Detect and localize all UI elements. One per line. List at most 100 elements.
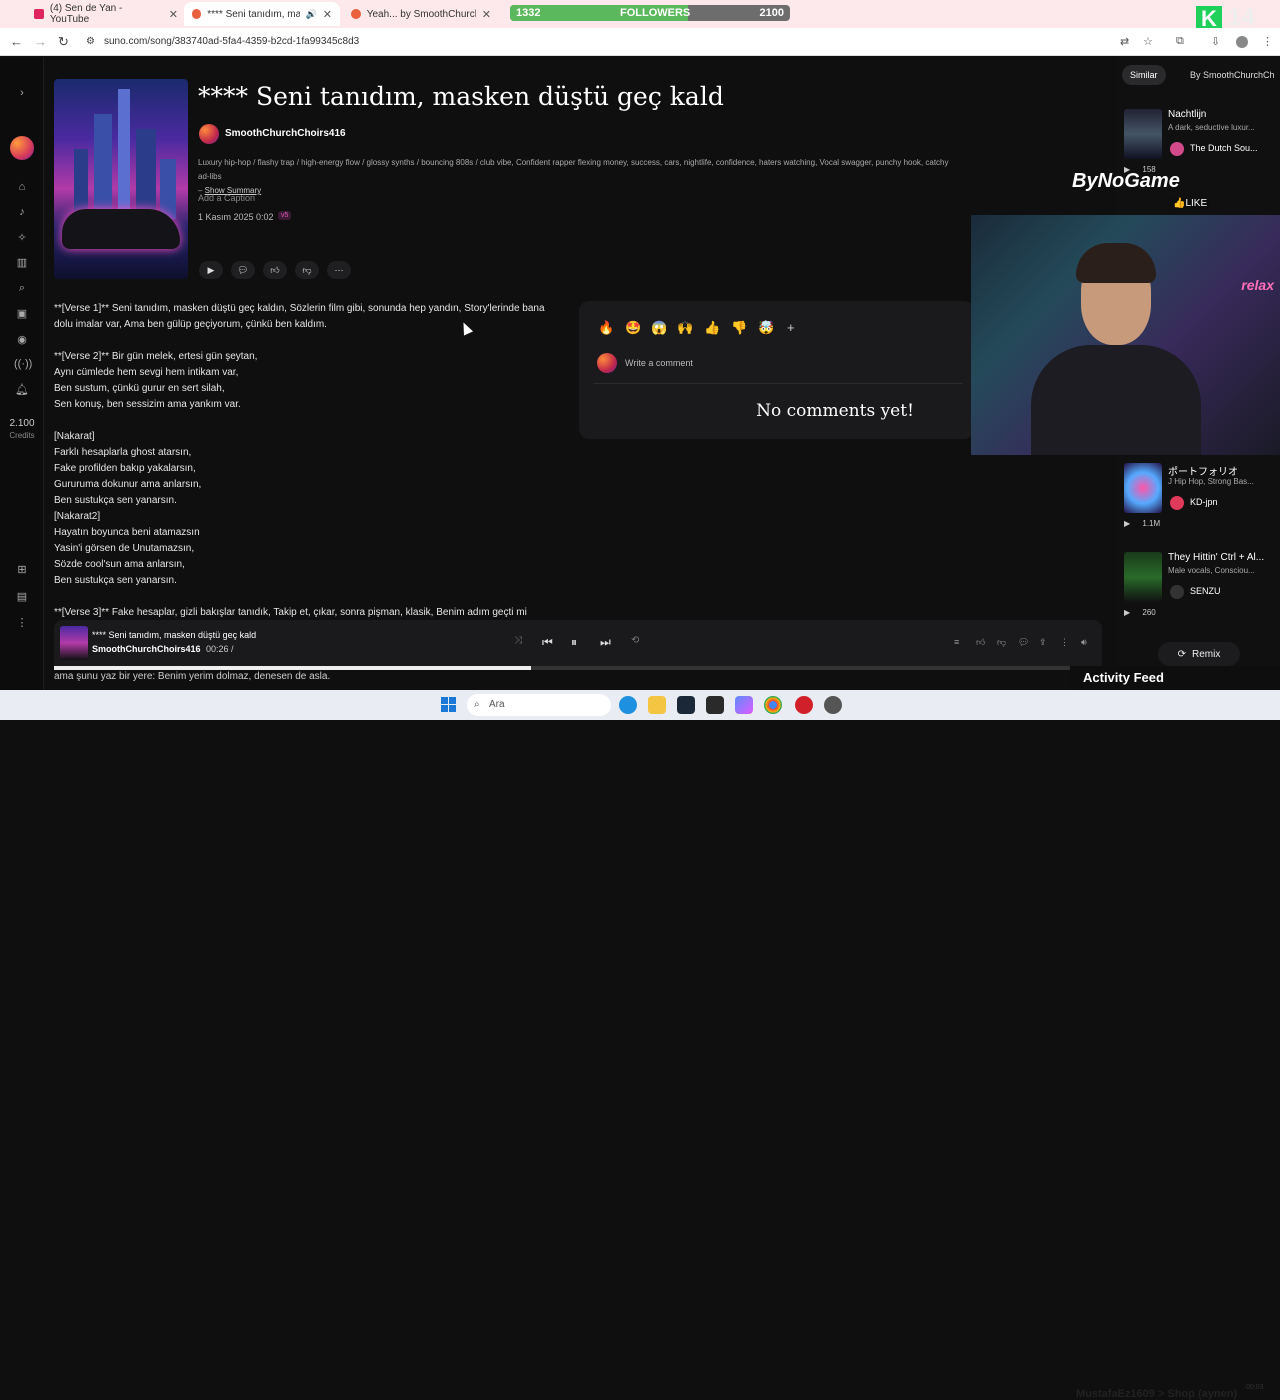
back-icon[interactable]: ← — [10, 34, 23, 49]
play-button[interactable]: ▶ — [199, 261, 223, 279]
player-like-icon[interactable]: 👍︎ — [976, 637, 985, 648]
more-icon[interactable]: ⋮ — [14, 616, 30, 629]
notifications-bell-icon[interactable]: 🔔︎ — [14, 383, 30, 396]
shocked-reaction-icon[interactable]: 😱 — [651, 320, 667, 336]
more-options-button[interactable]: ⋯ — [327, 261, 351, 279]
tab-similar[interactable]: Similar — [1122, 65, 1166, 85]
chrome-icon[interactable] — [764, 696, 782, 714]
song-thumbnail — [1124, 552, 1162, 602]
cover-building — [118, 89, 130, 219]
like-button[interactable]: 👍︎ — [263, 261, 287, 279]
downloads-icon[interactable]: ⇩ — [1211, 35, 1220, 48]
obs-icon[interactable] — [824, 696, 842, 714]
home-icon[interactable]: ⌂ — [14, 181, 30, 193]
like-overlay: 👍LIKE — [1170, 198, 1211, 209]
bookmark-star-icon[interactable]: ☆ — [1143, 35, 1153, 48]
search-icon[interactable]: ⌕ — [14, 282, 30, 295]
song-lyrics: **[Verse 1]** Seni tanıdım, masken düştü… — [54, 303, 545, 618]
commenter-avatar — [597, 353, 617, 373]
taskbar-clock: 00:03 — [1246, 1384, 1264, 1391]
left-sidebar: › ⌂ ♪ ✧ ▥ ⌕ ▣ ◉ ((·)) 🔔︎ 2.100 Credits ⊞… — [0, 57, 44, 690]
mind-blown-reaction-icon[interactable]: 🤯 — [758, 320, 774, 336]
artist-avatar[interactable] — [199, 124, 219, 144]
menu-kebab-icon[interactable]: ⋮ — [1262, 35, 1273, 48]
tab-label: Yeah... by SmoothChurchChoirs — [366, 8, 476, 20]
edge-icon[interactable] — [619, 696, 637, 714]
share-icon[interactable]: ⇪ — [1039, 637, 1047, 648]
taskbar-search[interactable]: Ara — [467, 694, 611, 716]
comment-icon: 💬︎ — [237, 264, 249, 275]
previous-icon[interactable]: ⏮ — [542, 635, 553, 650]
fire-reaction-icon[interactable]: 🔥 — [598, 320, 614, 336]
tab-youtube[interactable]: (4) Sen de Yan - YouTube ✕ — [26, 2, 186, 26]
library-icon[interactable]: ▥ — [14, 256, 30, 269]
song-card-artist: The Dutch Sou... — [1190, 143, 1258, 153]
speaker-icon[interactable]: 🔊 — [306, 9, 317, 20]
create-music-icon[interactable]: ♪ — [14, 206, 30, 218]
url-field[interactable]: suno.com/song/383740ad-5fa4-4359-b2cd-1f… — [104, 36, 359, 47]
artist-name-link[interactable]: SmoothChurchChoirs416 — [225, 128, 346, 139]
windows-start-icon[interactable] — [441, 697, 456, 712]
reload-icon[interactable]: ↻ — [58, 34, 69, 50]
streamer-webcam: relax — [971, 215, 1280, 455]
file-explorer-icon[interactable] — [648, 696, 666, 714]
comment-input[interactable]: Write a comment — [625, 358, 693, 368]
close-tab-icon[interactable]: ✕ — [169, 8, 178, 21]
shuffle-icon[interactable]: ⤨ — [514, 635, 522, 646]
user-avatar[interactable] — [10, 136, 34, 160]
steam-icon[interactable] — [677, 696, 695, 714]
star-eyes-reaction-icon[interactable]: 🤩 — [625, 320, 641, 336]
song-card-title: ポートフォリオ — [1168, 467, 1238, 478]
close-tab-icon[interactable]: ✕ — [323, 8, 332, 21]
site-info-icon[interactable]: ⚙ — [86, 36, 95, 47]
song-card-stats: ▶ 260 — [1124, 608, 1156, 617]
credits-value: 2.100 — [9, 418, 35, 429]
close-tab-icon[interactable]: ✕ — [482, 8, 491, 21]
player-comment-icon[interactable]: 💬︎ — [1018, 637, 1029, 648]
comment-button[interactable]: 💬︎ — [231, 261, 255, 279]
song-thumbnail — [1124, 463, 1162, 513]
raised-hands-reaction-icon[interactable]: 🙌 — [677, 320, 693, 336]
player-progress-bar[interactable] — [54, 666, 1102, 670]
next-icon[interactable]: ⏭ — [600, 635, 611, 650]
expand-sidebar-icon[interactable]: › — [14, 87, 30, 99]
add-reaction-icon[interactable]: + — [787, 320, 795, 335]
tab-by-artist[interactable]: By SmoothChurchCh — [1182, 65, 1280, 85]
song-card-artist: SENZU — [1190, 586, 1221, 596]
extensions-icon[interactable]: ⧉ — [1176, 35, 1184, 48]
suno-favicon-icon — [351, 9, 361, 19]
play-icon: ▶ — [207, 264, 215, 275]
add-caption-field[interactable]: Add a Caption — [198, 193, 255, 203]
player-dislike-icon[interactable]: 👎︎ — [997, 637, 1006, 648]
tab-suno-active[interactable]: **** Seni tanıdım, masken d 🔊 ✕ — [184, 2, 340, 26]
explore-icon[interactable]: ✧ — [14, 231, 30, 244]
epic-games-icon[interactable] — [706, 696, 724, 714]
dislike-button[interactable]: 👎︎ — [295, 261, 319, 279]
document-icon[interactable]: ▤ — [14, 590, 30, 603]
song-card-artist: KD-jpn — [1190, 497, 1218, 507]
comment-divider — [593, 383, 963, 384]
profile-avatar[interactable] — [1236, 36, 1248, 48]
song-card-title: They Hittin' Ctrl + Al... — [1168, 552, 1265, 563]
opera-icon[interactable] — [795, 696, 813, 714]
studio-icon[interactable]: ▣ — [14, 307, 30, 320]
thumbs-up-icon: 👍︎ — [270, 264, 280, 275]
translate-icon[interactable]: ⇄ — [1120, 35, 1129, 48]
thumbs-down-reaction-icon[interactable]: 👎 — [731, 320, 747, 336]
gift-icon[interactable]: ⊞ — [14, 563, 30, 576]
thumbs-up-reaction-icon[interactable]: 👍 — [704, 320, 720, 336]
player-more-icon[interactable]: ⋮ — [1060, 637, 1069, 648]
player-title: **** Seni tanıdım, masken düştü geç kald — [92, 630, 257, 640]
queue-icon[interactable]: ≡ — [954, 637, 959, 647]
pause-icon[interactable]: ⏸ — [571, 635, 577, 650]
remix-button[interactable]: ⟳ Remix — [1158, 642, 1240, 666]
volume-icon[interactable]: 🔊︎ — [1081, 637, 1087, 648]
copilot-icon[interactable] — [735, 696, 753, 714]
repeat-icon[interactable]: ⟲ — [631, 635, 639, 646]
followers-goal: 2100 — [759, 7, 784, 19]
forward-icon[interactable]: → — [34, 34, 47, 49]
radio-icon[interactable]: ((·)) — [14, 358, 32, 370]
tab-suno-2[interactable]: Yeah... by SmoothChurchChoirs ✕ — [343, 2, 499, 26]
hooks-icon[interactable]: ◉ — [14, 333, 30, 346]
player-artist[interactable]: SmoothChurchChoirs416 — [92, 644, 201, 654]
